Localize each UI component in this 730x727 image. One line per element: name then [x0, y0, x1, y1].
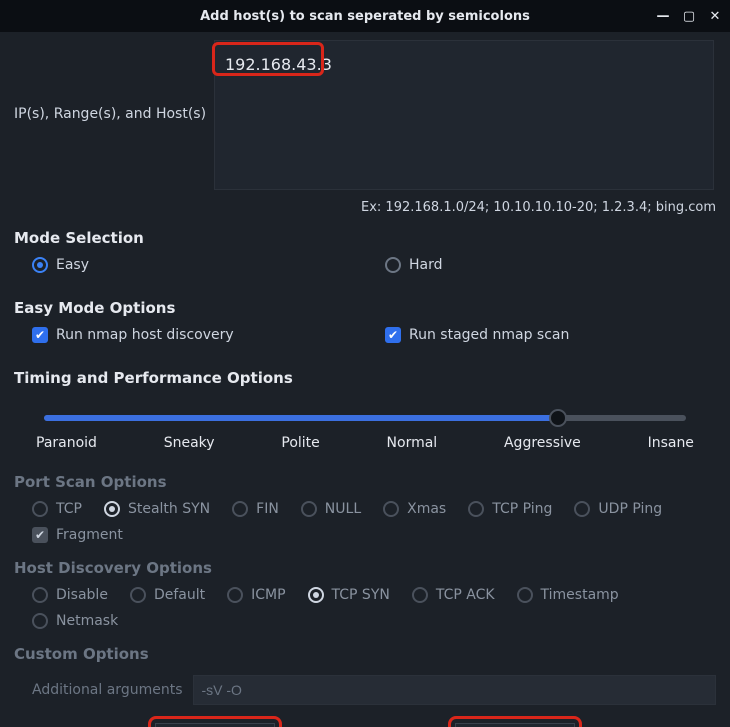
port-null-radio[interactable]: NULL — [301, 501, 361, 517]
hd-tcpsyn-radio[interactable]: TCP SYN — [308, 587, 390, 603]
slider-thumb[interactable] — [549, 409, 567, 427]
port-fragment-check[interactable]: ✔Fragment — [32, 527, 123, 543]
highlight-cancel — [448, 716, 582, 727]
hd-disable-radio[interactable]: Disable — [32, 587, 108, 603]
hosts-input[interactable] — [214, 40, 714, 190]
port-xmas-radio[interactable]: Xmas — [383, 501, 446, 517]
hosts-hint: Ex: 192.168.1.0/24; 10.10.10.10-20; 1.2.… — [14, 200, 716, 215]
hd-icmp-radio[interactable]: ICMP — [227, 587, 285, 603]
port-stealth-radio[interactable]: Stealth SYN — [104, 501, 210, 517]
hd-netmask-radio[interactable]: Netmask — [32, 613, 118, 629]
timing-label: Sneaky — [164, 435, 215, 451]
staged-check[interactable]: ✔Run staged nmap scan — [385, 327, 569, 343]
hosts-label: IP(s), Range(s), and Host(s) — [14, 40, 214, 122]
port-tcp-radio[interactable]: TCP — [32, 501, 82, 517]
close-icon[interactable]: ✕ — [706, 7, 724, 25]
highlight-submit — [148, 716, 282, 727]
arg-input[interactable] — [193, 675, 717, 705]
hostdisc-title: Host Discovery Options — [14, 559, 716, 577]
port-tcpping-radio[interactable]: TCP Ping — [468, 501, 552, 517]
timing-slider[interactable] — [44, 415, 686, 421]
easy-opts-title: Easy Mode Options — [14, 299, 716, 317]
port-fin-radio[interactable]: FIN — [232, 501, 279, 517]
timing-label: Paranoid — [36, 435, 97, 451]
hd-tcpack-radio[interactable]: TCP ACK — [412, 587, 495, 603]
window-title: Add host(s) to scan seperated by semicol… — [0, 9, 730, 24]
timing-label: Insane — [648, 435, 694, 451]
timing-label: Aggressive — [504, 435, 581, 451]
cancel-button[interactable]: Cancel — [455, 723, 575, 727]
mode-hard-radio[interactable]: Hard — [385, 257, 443, 273]
minimize-icon[interactable]: — — [654, 7, 672, 25]
hd-timestamp-radio[interactable]: Timestamp — [517, 587, 619, 603]
portscan-title: Port Scan Options — [14, 473, 716, 491]
discovery-check[interactable]: ✔Run nmap host discovery — [32, 327, 234, 343]
port-udpping-radio[interactable]: UDP Ping — [574, 501, 662, 517]
timing-label: Polite — [281, 435, 319, 451]
hd-default-radio[interactable]: Default — [130, 587, 205, 603]
submit-button[interactable]: + Submit — [155, 723, 275, 727]
maximize-icon[interactable]: ▢ — [680, 7, 698, 25]
timing-title: Timing and Performance Options — [14, 369, 716, 387]
mode-title: Mode Selection — [14, 229, 716, 247]
mode-easy-radio[interactable]: Easy — [32, 257, 89, 273]
arg-label: Additional arguments — [32, 682, 183, 698]
timing-label: Normal — [387, 435, 438, 451]
titlebar: Add host(s) to scan seperated by semicol… — [0, 0, 730, 32]
custom-title: Custom Options — [14, 645, 716, 663]
